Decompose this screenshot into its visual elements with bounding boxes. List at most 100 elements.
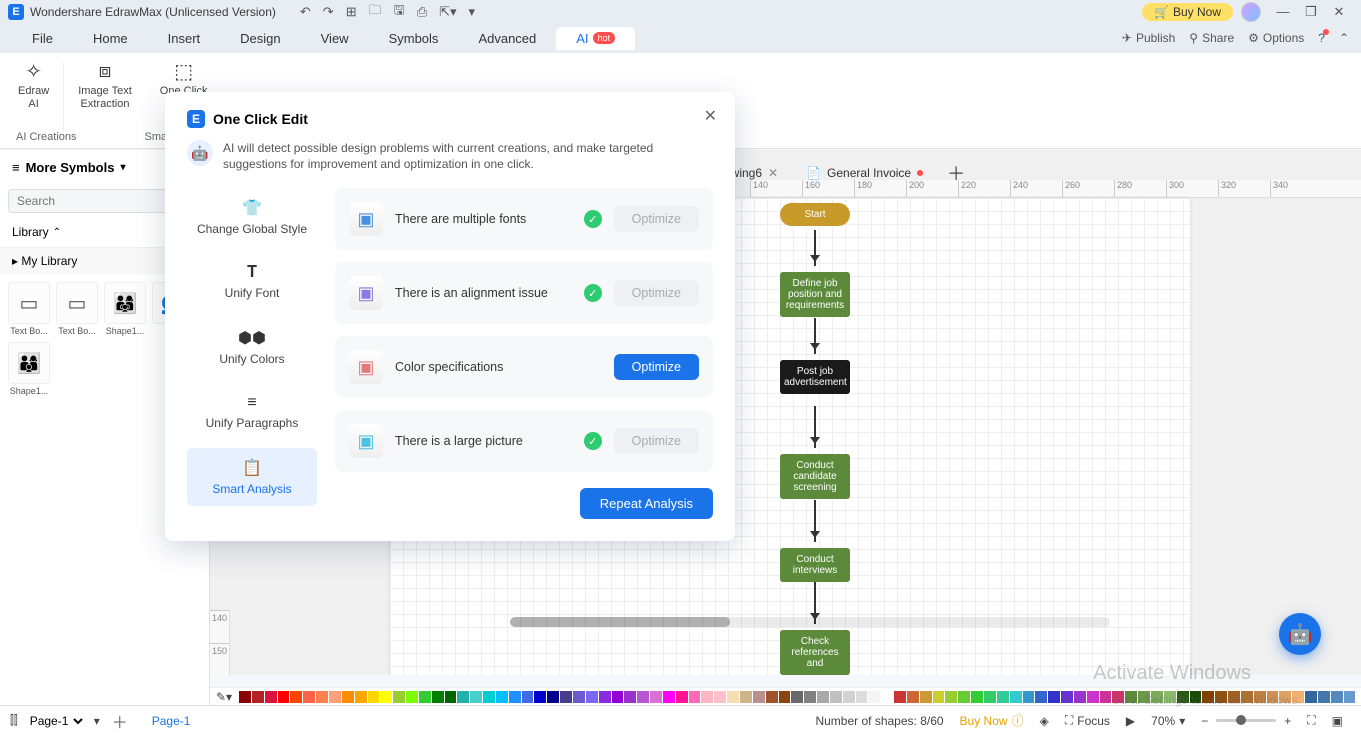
side-unify-colors[interactable]: ⬢⬢Unify Colors bbox=[187, 318, 317, 376]
color-swatch[interactable] bbox=[252, 691, 264, 703]
color-swatch[interactable] bbox=[534, 691, 546, 703]
color-swatch[interactable] bbox=[779, 691, 791, 703]
fit-page-icon[interactable]: ⛶ bbox=[1307, 713, 1315, 728]
menu-insert[interactable]: Insert bbox=[148, 27, 221, 50]
optimize-button[interactable]: Optimize bbox=[614, 354, 699, 380]
symbol-search-input[interactable] bbox=[8, 189, 181, 213]
color-swatch[interactable] bbox=[380, 691, 392, 703]
qat-more-icon[interactable]: ▾ bbox=[469, 4, 476, 20]
flow-node[interactable]: Post job advertisement bbox=[780, 360, 850, 394]
side-global-style[interactable]: 👕Change Global Style bbox=[187, 188, 317, 246]
zoom-out-button[interactable]: − bbox=[1201, 714, 1208, 728]
color-swatch[interactable] bbox=[612, 691, 624, 703]
fullscreen-icon[interactable]: ▣ bbox=[1332, 714, 1343, 728]
flow-node[interactable]: Define job position and requirements bbox=[780, 272, 850, 317]
page-selector[interactable]: Page-1 bbox=[26, 713, 86, 729]
color-swatch[interactable] bbox=[894, 691, 906, 703]
share-button[interactable]: ⚲ Share bbox=[1189, 31, 1234, 45]
print-icon[interactable]: ⎙ bbox=[417, 4, 427, 20]
presentation-icon[interactable]: ▶ bbox=[1126, 714, 1135, 728]
menu-design[interactable]: Design bbox=[220, 27, 300, 50]
color-swatch[interactable] bbox=[445, 691, 457, 703]
shape-thumb[interactable]: ▭Text Bo... bbox=[56, 282, 98, 336]
color-swatch[interactable] bbox=[1023, 691, 1035, 703]
page-panel-icon[interactable]: ⫿⫿ bbox=[10, 713, 18, 728]
color-swatch[interactable] bbox=[676, 691, 688, 703]
buy-now-link[interactable]: Buy Now ⓘ bbox=[960, 712, 1024, 729]
color-swatch[interactable] bbox=[393, 691, 405, 703]
close-tab-icon[interactable]: ✕ bbox=[768, 166, 778, 180]
repeat-analysis-button[interactable]: Repeat Analysis bbox=[580, 488, 713, 519]
user-avatar[interactable] bbox=[1241, 2, 1261, 22]
shape-thumb[interactable]: 👨‍👩‍👦Shape1... bbox=[8, 342, 50, 396]
page-tab[interactable]: Page-1 bbox=[140, 710, 203, 732]
help-button[interactable]: ? bbox=[1318, 31, 1325, 45]
color-swatch[interactable] bbox=[342, 691, 354, 703]
color-swatch[interactable] bbox=[560, 691, 572, 703]
dialog-close-button[interactable]: ✕ bbox=[704, 106, 717, 126]
undo-icon[interactable]: ↶ bbox=[300, 4, 311, 20]
open-icon[interactable]: 🗀 bbox=[369, 1, 382, 23]
menu-symbols[interactable]: Symbols bbox=[369, 27, 459, 50]
color-swatch[interactable] bbox=[856, 691, 868, 703]
menu-ai[interactable]: AIhot bbox=[556, 27, 635, 50]
optimize-button[interactable]: Optimize bbox=[614, 428, 699, 454]
publish-button[interactable]: ✈ Publish bbox=[1122, 31, 1175, 45]
color-swatch[interactable] bbox=[355, 691, 367, 703]
color-swatch[interactable] bbox=[303, 691, 315, 703]
color-swatch[interactable] bbox=[689, 691, 701, 703]
color-swatch[interactable] bbox=[432, 691, 444, 703]
color-swatch[interactable] bbox=[1087, 691, 1099, 703]
focus-button[interactable]: ⛶ Focus bbox=[1065, 713, 1110, 728]
horizontal-scrollbar[interactable] bbox=[510, 617, 1110, 627]
color-swatch[interactable] bbox=[290, 691, 302, 703]
maximize-button[interactable]: ❐ bbox=[1297, 4, 1325, 20]
layers-icon[interactable]: ◈ bbox=[1040, 714, 1049, 728]
color-swatch[interactable] bbox=[1035, 691, 1047, 703]
zoom-level[interactable]: 70% ▾ bbox=[1151, 714, 1185, 728]
color-swatch[interactable] bbox=[239, 691, 251, 703]
minimize-button[interactable]: ― bbox=[1269, 4, 1297, 19]
color-swatch[interactable] bbox=[278, 691, 290, 703]
color-swatch[interactable] bbox=[329, 691, 341, 703]
color-swatch[interactable] bbox=[650, 691, 662, 703]
color-swatch[interactable] bbox=[265, 691, 277, 703]
shape-thumb[interactable]: ▭Text Bo... bbox=[8, 282, 50, 336]
flow-node[interactable]: Conduct candidate screening bbox=[780, 454, 850, 499]
color-swatch[interactable] bbox=[1305, 691, 1317, 703]
color-swatch[interactable] bbox=[1100, 691, 1112, 703]
color-swatch[interactable] bbox=[1344, 691, 1355, 703]
color-swatch[interactable] bbox=[881, 691, 893, 703]
color-swatch[interactable] bbox=[868, 691, 880, 703]
color-swatch[interactable] bbox=[933, 691, 945, 703]
color-swatch[interactable] bbox=[547, 691, 559, 703]
color-swatch[interactable] bbox=[753, 691, 765, 703]
optimize-button[interactable]: Optimize bbox=[614, 206, 699, 232]
color-swatch[interactable] bbox=[740, 691, 752, 703]
redo-icon[interactable]: ↷ bbox=[323, 4, 334, 20]
color-swatch[interactable] bbox=[419, 691, 431, 703]
side-smart-analysis[interactable]: 📋Smart Analysis bbox=[187, 448, 317, 506]
color-swatch[interactable] bbox=[1074, 691, 1086, 703]
close-button[interactable]: ✕ bbox=[1325, 4, 1353, 20]
color-swatch[interactable] bbox=[470, 691, 482, 703]
color-swatch[interactable] bbox=[1048, 691, 1060, 703]
flow-node[interactable]: Check references and bbox=[780, 630, 850, 675]
color-swatch[interactable] bbox=[1318, 691, 1330, 703]
color-swatch[interactable] bbox=[920, 691, 932, 703]
color-swatch[interactable] bbox=[483, 691, 495, 703]
color-swatch[interactable] bbox=[766, 691, 778, 703]
eyedropper-icon[interactable]: ✎▾ bbox=[216, 690, 232, 704]
new-icon[interactable]: ⊞ bbox=[346, 4, 357, 20]
color-swatch[interactable] bbox=[368, 691, 380, 703]
export-icon[interactable]: ⇱▾ bbox=[439, 4, 456, 20]
zoom-slider[interactable] bbox=[1216, 719, 1276, 722]
collapse-ribbon-icon[interactable]: ⌃ bbox=[1339, 31, 1349, 45]
color-swatch[interactable] bbox=[496, 691, 508, 703]
color-swatch[interactable] bbox=[599, 691, 611, 703]
buy-now-button[interactable]: 🛒 Buy Now bbox=[1142, 3, 1233, 21]
menu-home[interactable]: Home bbox=[73, 27, 148, 50]
color-swatch[interactable] bbox=[586, 691, 598, 703]
ai-chat-fab[interactable]: 🤖 bbox=[1279, 613, 1321, 655]
color-swatch[interactable] bbox=[637, 691, 649, 703]
